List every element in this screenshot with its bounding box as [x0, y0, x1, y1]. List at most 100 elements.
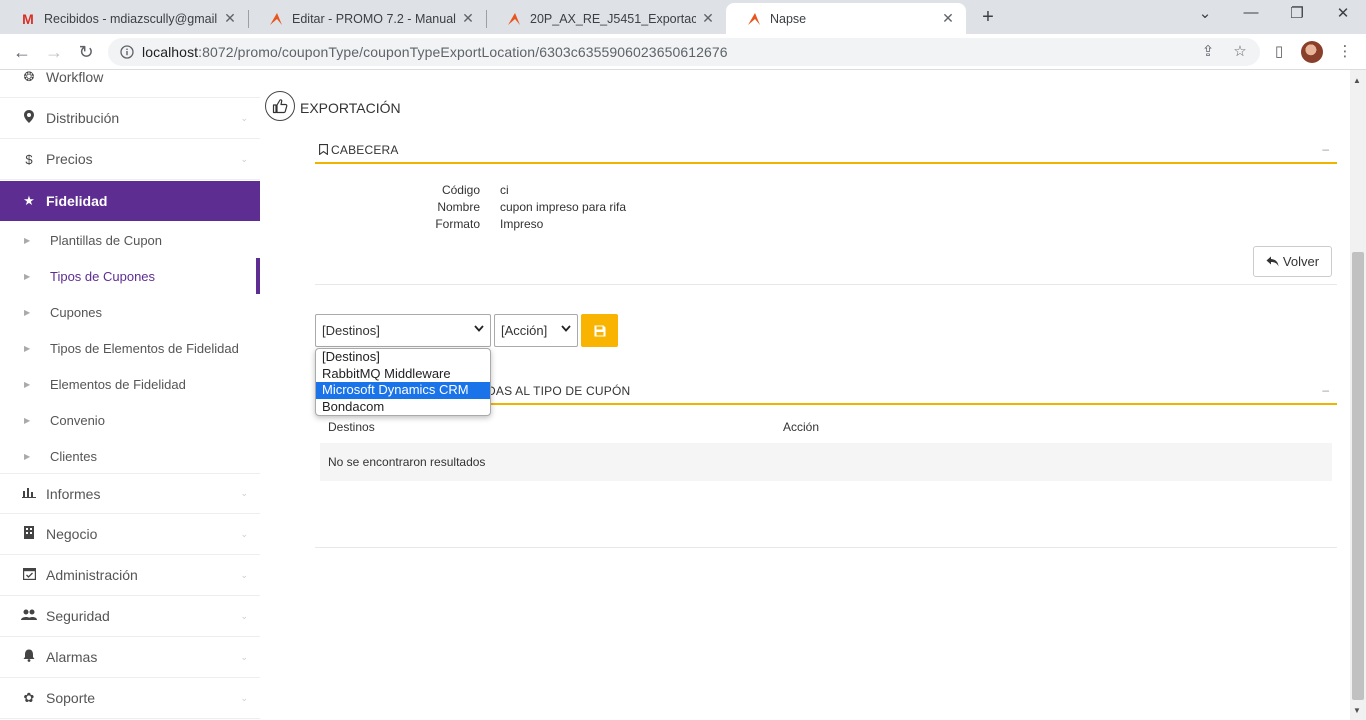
tab-search-icon[interactable]: ⌄: [1190, 4, 1220, 22]
minimize-icon[interactable]: —: [1236, 4, 1266, 21]
tab-title: Napse: [770, 11, 807, 26]
star-icon: ★: [23, 193, 35, 208]
sidebar-item-fidelidad[interactable]: ★ Fidelidad: [0, 181, 260, 221]
sidebar-item-informes[interactable]: Informes ⌄: [0, 473, 260, 514]
sidebar-item-administracion[interactable]: Administración ⌄: [0, 555, 260, 596]
tab-napse[interactable]: Napse ✕: [726, 3, 966, 34]
forward-icon[interactable]: →: [42, 40, 66, 64]
sidebar-item-soporte[interactable]: ✿ Soporte ⌄: [0, 678, 260, 719]
field-label: Nombre: [437, 200, 480, 214]
reload-icon[interactable]: ↻: [74, 40, 98, 64]
sidebar-item-seguridad[interactable]: Seguridad ⌄: [0, 596, 260, 637]
building-icon: [20, 526, 38, 542]
floppy-disk-icon: [594, 325, 605, 336]
menu-dots-icon[interactable]: ⋮: [1334, 42, 1356, 62]
page-scrollbar[interactable]: ▲ ▼: [1350, 70, 1366, 720]
tab-editar[interactable]: Editar - PROMO 7.2 - Manual de ✕: [248, 3, 486, 34]
chevron-down-icon: ⌄: [240, 569, 248, 580]
sidebar-subitem-convenio[interactable]: ▶ Convenio: [0, 402, 260, 438]
sidebar-item-precios[interactable]: $ Precios ⌄: [0, 139, 260, 180]
dropdown-option-highlighted[interactable]: Microsoft Dynamics CRM: [316, 382, 490, 399]
table-header: Destinos Acción: [320, 413, 1332, 443]
tab-20p[interactable]: 20P_AX_RE_J5451_Exportación de ✕: [486, 3, 726, 34]
divider: [315, 547, 1337, 548]
dropdown-option[interactable]: Bondacom: [316, 399, 490, 416]
sidebar-item-negocio[interactable]: Negocio ⌄: [0, 514, 260, 555]
chevron-down-icon: ⌄: [240, 651, 248, 662]
exportaciones-title: DAS AL TIPO DE CUPÓN: [487, 384, 631, 398]
chevron-down-icon: ⌄: [240, 692, 248, 703]
sidebar-subitem-plantillas-de-cupon[interactable]: ▶ Plantillas de Cupon: [0, 222, 260, 258]
field-value: cupon impreso para rifa: [500, 200, 627, 214]
bookmark-icon: [319, 144, 328, 156]
sidebar-subitem-label: Tipos de Cupones: [50, 268, 156, 284]
sidebar-subitem-elementos-de-fidelidad[interactable]: ▶ Elementos de Fidelidad: [0, 366, 260, 402]
save-button[interactable]: [581, 314, 618, 347]
destinos-select-value: [Destinos]: [322, 323, 380, 338]
users-icon: [20, 609, 38, 624]
sidebar-subitem-tipos-de-cupones[interactable]: ▶ Tipos de Cupones: [0, 258, 260, 294]
caret-right-icon: ▶: [24, 307, 31, 317]
volver-button[interactable]: Volver: [1253, 246, 1332, 277]
sidebar-item-distribucion[interactable]: Distribución ⌄: [0, 98, 260, 139]
share-icon[interactable]: ⇪: [1197, 42, 1219, 62]
collapse-icon[interactable]: –: [1322, 383, 1329, 397]
address-bar[interactable]: localhost:8072/promo/couponType/couponTy…: [108, 38, 1260, 66]
reply-icon: [1266, 256, 1279, 267]
napse-icon: [748, 12, 760, 25]
sidebar-subitem-cupones[interactable]: ▶ Cupones: [0, 294, 260, 330]
side-panel-icon[interactable]: ▯: [1268, 42, 1290, 62]
field-label: Formato: [435, 217, 480, 231]
cabecera-title: CABECERA: [319, 143, 399, 157]
column-header-destinos[interactable]: Destinos: [328, 420, 375, 434]
sidebar-item-alarmas[interactable]: Alarmas ⌄: [0, 637, 260, 678]
collapse-icon[interactable]: –: [1322, 142, 1329, 156]
restore-icon[interactable]: ❐: [1282, 4, 1312, 22]
sidebar-item-label: Soporte: [46, 690, 96, 706]
info-icon[interactable]: [120, 45, 134, 59]
caret-right-icon: ▶: [24, 451, 31, 461]
browser-toolbar: ← → ↻ localhost:8072/promo/couponType/co…: [0, 34, 1366, 70]
sidebar-item-label: Negocio: [46, 526, 98, 542]
sidebar-subitem-label: Convenio: [50, 412, 105, 428]
chevron-down-icon: ⌄: [240, 488, 248, 498]
close-window-icon[interactable]: ✕: [1328, 4, 1358, 22]
napse-icon: [508, 12, 520, 25]
destinos-select[interactable]: [Destinos]: [315, 314, 491, 347]
avatar[interactable]: [1301, 41, 1323, 63]
scroll-up-icon[interactable]: ▲: [1353, 76, 1361, 85]
accion-select-value: [Acción]: [501, 323, 548, 338]
scroll-down-icon[interactable]: ▼: [1353, 706, 1361, 715]
close-icon[interactable]: ✕: [460, 10, 476, 27]
column-header-accion[interactable]: Acción: [783, 420, 819, 434]
table-empty-row: No se encontraron resultados: [320, 443, 1332, 481]
chevron-down-icon: [474, 324, 484, 335]
sidebar-subitem-label: Tipos de Elementos de Fidelidad: [50, 340, 239, 356]
new-tab-icon[interactable]: +: [976, 6, 1000, 29]
destinos-dropdown-list: [Destinos] RabbitMQ Middleware Microsoft…: [315, 348, 491, 416]
sidebar-item-label: Workflow: [46, 70, 104, 85]
tab-gmail[interactable]: M Recibidos - mdiazscully@gmail.c ✕: [0, 3, 248, 34]
caret-right-icon: ▶: [24, 415, 31, 425]
tab-title: Editar - PROMO 7.2 - Manual de: [292, 11, 456, 26]
scroll-thumb[interactable]: [1352, 252, 1364, 700]
sidebar-subitem-clientes[interactable]: ▶ Clientes: [0, 438, 260, 474]
chevron-down-icon: ⌄: [240, 610, 248, 621]
sidebar-subitem-label: Clientes: [50, 448, 97, 464]
back-icon[interactable]: ←: [10, 40, 34, 64]
sidebar-item-label: Informes: [46, 485, 101, 502]
dropdown-option[interactable]: [Destinos]: [316, 349, 490, 366]
page-title: EXPORTACIÓN: [300, 100, 401, 116]
calendar-check-icon: [20, 567, 38, 583]
sidebar-item-workflow[interactable]: ❂ Workflow: [0, 70, 260, 98]
empty-message: No se encontraron resultados: [328, 455, 486, 469]
bookmark-star-icon[interactable]: ☆: [1229, 42, 1251, 62]
close-icon[interactable]: ✕: [222, 10, 238, 27]
close-icon[interactable]: ✕: [700, 10, 716, 27]
dropdown-option[interactable]: RabbitMQ Middleware: [316, 366, 490, 383]
cabecera-title-text: CABECERA: [331, 143, 399, 157]
close-icon[interactable]: ✕: [940, 10, 956, 27]
accion-select[interactable]: [Acción]: [494, 314, 578, 347]
bell-icon: [20, 649, 38, 665]
sidebar-subitem-tipos-de-elementos-de-fidelidad[interactable]: ▶ Tipos de Elementos de Fidelidad: [0, 330, 260, 366]
